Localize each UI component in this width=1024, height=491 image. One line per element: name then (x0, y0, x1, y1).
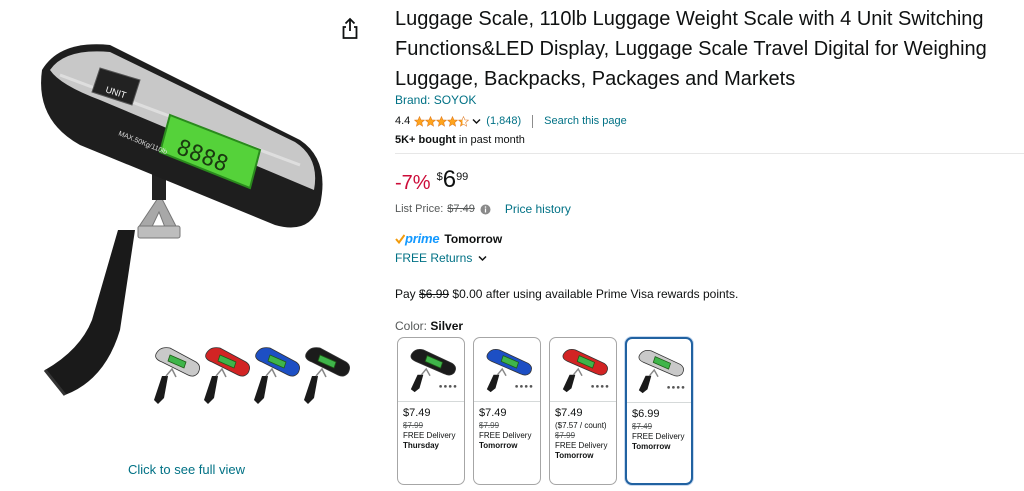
divider (395, 153, 1024, 154)
color-label: Color: Silver (395, 319, 463, 333)
prime-delivery: prime Tomorrow (395, 231, 502, 246)
swatch-details: $7.49 ($7.57 / count) $7.99 FREE Delivery To… (550, 402, 616, 461)
color-selected: Silver (430, 319, 464, 333)
swatch-delivery: FREE Delivery (403, 431, 456, 440)
promo-rest: $0.00 after using available Prime Visa r… (452, 287, 739, 301)
promo-pay: Pay (395, 287, 416, 301)
review-count-link[interactable]: (1,848) (486, 115, 521, 127)
chevron-down-icon (478, 255, 487, 261)
swatch-delivery: FREE Delivery (479, 431, 532, 440)
price-fraction: 99 (456, 171, 469, 183)
swatch-price: $7.49 (555, 407, 583, 419)
swatch-list-price: $7.99 (403, 421, 424, 430)
swatch-delivery-day: Thursday (403, 441, 440, 450)
discount-percent: -7% (395, 172, 431, 194)
swatch-details: $6.99 $7.49 FREE Delivery Tomorrow (627, 403, 691, 452)
star-icon (447, 115, 459, 127)
swatch-delivery-day: Tomorrow (479, 441, 518, 450)
separator (532, 114, 534, 128)
bought-rest: in past month (458, 134, 525, 146)
list-price-label: List Price: (395, 203, 444, 215)
swatch-price: $7.49 (479, 407, 507, 419)
rating-row: 4.4 (1,848) Search this page (395, 113, 627, 129)
color-thumbnail (154, 347, 200, 404)
color-thumbnail (304, 347, 350, 404)
list-price-value: $7.49 (447, 203, 475, 215)
price-whole: 6 (442, 166, 457, 193)
swatch-delivery-day: Tomorrow (555, 451, 594, 460)
swatch-delivery: FREE Delivery (632, 432, 685, 441)
free-returns-label: FREE Returns (395, 251, 473, 265)
share-button[interactable] (338, 16, 362, 42)
color-swatch[interactable]: $6.99 $7.49 FREE Delivery Tomorrow (625, 337, 693, 485)
color-swatch[interactable]: $7.49 $7.99 FREE Delivery Tomorrow (473, 337, 541, 485)
scale-thumbnail (562, 348, 609, 392)
swatch-list-price: $7.99 (555, 431, 576, 440)
full-view-link[interactable]: Click to see full view (128, 462, 245, 477)
bought-count: 5K+ bought in past month (395, 134, 525, 146)
product-title: Luggage Scale, 110lb Luggage Weight Scal… (395, 8, 987, 90)
delivery-day: Tomorrow (444, 231, 503, 246)
star-rating[interactable] (414, 115, 470, 127)
swatch-delivery-day: Tomorrow (632, 442, 671, 451)
list-price: List Price: $7.49 Price history (395, 202, 571, 216)
color-label-text: Color: (395, 319, 428, 333)
color-thumbnails (154, 347, 350, 404)
info-icon[interactable] (480, 204, 491, 215)
product-image-column: UNIT 8888 MAX.50Kg/110lb Click to see fu… (0, 0, 380, 491)
color-swatch[interactable]: $7.49 $7.99 FREE Delivery Thursday (397, 337, 465, 485)
promo-strike: $6.99 (419, 287, 450, 301)
rating-value: 4.4 (395, 115, 411, 127)
swatch-price: $7.49 (403, 407, 431, 419)
share-icon (342, 17, 358, 39)
chevron-down-icon[interactable] (471, 116, 482, 127)
swatch-unit-price: ($7.57 / count) (555, 421, 607, 430)
price-history-link[interactable]: Price history (505, 202, 571, 216)
free-returns-link[interactable]: FREE Returns (395, 251, 488, 265)
color-thumbnail (204, 347, 250, 404)
search-page-link[interactable]: Search this page (544, 115, 627, 127)
swatch-image (550, 338, 616, 402)
scale-thumbnail (638, 349, 685, 393)
swatch-image (627, 339, 691, 403)
star-icon (414, 115, 426, 127)
swatch-details: $7.49 $7.99 FREE Delivery Thursday (398, 402, 464, 451)
swatch-delivery: FREE Delivery (555, 441, 608, 450)
scale-thumbnail (486, 348, 533, 392)
swatch-details: $7.49 $7.99 FREE Delivery Tomorrow (474, 402, 540, 451)
color-swatches: $7.49 $7.99 FREE Delivery Thursday $7.49 $7.9… (397, 337, 701, 485)
color-thumbnail (254, 347, 300, 404)
star-icon (425, 115, 437, 127)
prime-check-icon (395, 233, 405, 244)
prime-logo: prime (405, 231, 440, 246)
swatch-image (474, 338, 540, 402)
price-block: -7% $ 6 99 (395, 166, 468, 198)
swatch-price: $6.99 (632, 408, 660, 420)
brand-link[interactable]: Brand: SOYOK (395, 93, 476, 107)
star-icon (436, 115, 448, 127)
swatch-list-price: $7.99 (479, 421, 500, 430)
color-swatch[interactable]: $7.49 ($7.57 / count) $7.99 FREE Delivery To… (549, 337, 617, 485)
star-icon (458, 115, 470, 127)
bought-bold: 5K+ bought (395, 134, 456, 146)
scale-thumbnail (410, 348, 457, 392)
swatch-list-price: $7.49 (632, 422, 653, 431)
swatch-image (398, 338, 464, 402)
prime-visa-promo: Pay $6.99 $0.00 after using available Pr… (395, 287, 738, 301)
